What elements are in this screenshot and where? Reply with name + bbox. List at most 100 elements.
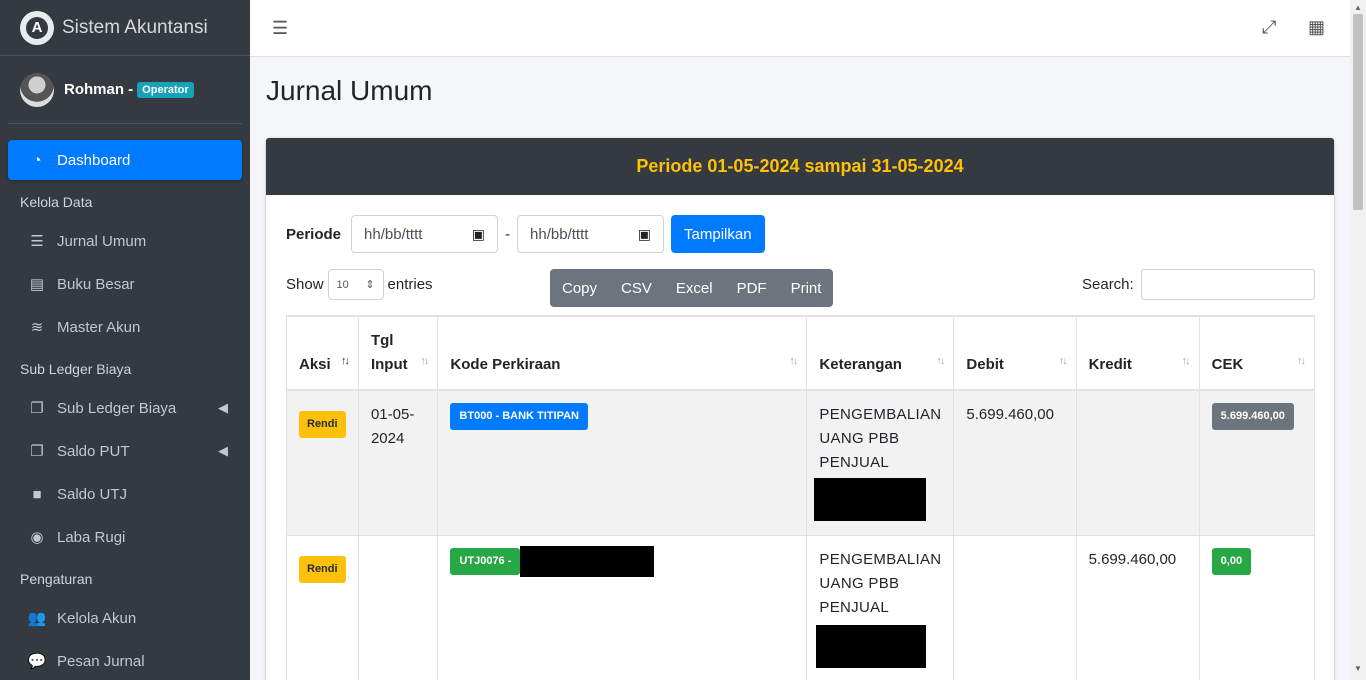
calendar-icon[interactable]: ▣	[472, 226, 485, 243]
user-name: Rohman -	[64, 81, 134, 98]
header-label: Aksi	[299, 356, 331, 373]
sidebar-item-saldo-put[interactable]: ❐ Saldo PUT ◀	[8, 431, 242, 471]
sort-icon: ↑↓	[1297, 355, 1306, 367]
user-panel[interactable]: Rohman - Operator	[8, 56, 242, 124]
cell-debit	[953, 534, 1077, 680]
table-row: Rendi 01-05-2024 BT000 - BANK TITIPAN PE…	[286, 389, 1316, 536]
cell-debit: 5.699.460,00	[953, 389, 1077, 536]
sort-icon: ↑↓	[420, 355, 429, 367]
brand-title: Sistem Akuntansi	[62, 16, 208, 38]
brand-logo-icon: A	[20, 10, 54, 45]
sidebar: A Sistem Akuntansi Rohman - Operator ◔ D…	[0, 0, 250, 680]
select-arrows-icon: ⇕	[365, 279, 375, 291]
column-header-debit[interactable]: Debit ↑↓	[953, 315, 1077, 391]
search-label: Search:	[1082, 276, 1134, 293]
sort-icon: ↑↓	[1058, 355, 1068, 367]
main-content: Jurnal Umum Periode 01-05-2024 sampai 31…	[250, 57, 1350, 680]
scrollbar-thumb[interactable]	[1353, 14, 1363, 210]
sidebar-item-label: Jurnal Umum	[57, 232, 147, 250]
sort-asc-icon: ↑↓	[340, 355, 350, 367]
cell-aksi: Rendi	[286, 534, 359, 680]
brand-link[interactable]: A Sistem Akuntansi	[0, 0, 250, 56]
sidebar-item-saldo-utj[interactable]: ■ Saldo UTJ	[8, 474, 242, 514]
header-label: Keterangan	[819, 356, 902, 373]
account-badge: BT000 - BANK TITIPAN	[450, 403, 589, 430]
sidebar-nav: ◔ Dashboard Kelola Data ☰ Jurnal Umum ▤ …	[0, 124, 250, 680]
cek-badge: 0,00	[1211, 547, 1252, 575]
cell-tgl-input: 01-05-2024	[357, 389, 439, 536]
end-date-input[interactable]: hh/bb/tttt ▣	[517, 215, 665, 253]
account-badge: UTJ0076 -	[450, 547, 521, 575]
sidebar-item-master-akun[interactable]: ≋ Master Akun	[8, 307, 242, 347]
start-date-input[interactable]: hh/bb/tttt ▣	[351, 215, 499, 253]
scroll-up-icon[interactable]: ▲	[1354, 3, 1362, 12]
sidebar-item-dashboard[interactable]: ◔ Dashboard	[8, 140, 242, 180]
sort-icon: ↑↓	[789, 355, 798, 367]
calendar-icon[interactable]: ▣	[638, 226, 651, 243]
header-label: CEK	[1211, 356, 1244, 373]
column-header-tgl-input[interactable]: Tgl Input ↑↓	[357, 315, 439, 391]
avatar	[20, 72, 54, 107]
database-icon: ≋	[30, 319, 44, 336]
print-button[interactable]: Print	[779, 280, 834, 297]
column-header-aksi[interactable]: Aksi ↑↓	[286, 315, 359, 391]
sidebar-item-sub-ledger-biaya[interactable]: ❐ Sub Ledger Biaya ◀	[8, 388, 242, 428]
sidebar-item-jurnal-umum[interactable]: ☰ Jurnal Umum	[8, 221, 242, 261]
scroll-down-icon[interactable]: ▼	[1354, 664, 1362, 673]
header-label: Kode Perkiraan	[450, 356, 561, 373]
pdf-button[interactable]: PDF	[725, 280, 779, 297]
rendi-button[interactable]: Rendi	[299, 411, 346, 438]
sidebar-item-label: Pesan Jurnal	[57, 652, 145, 670]
fullscreen-icon[interactable]: ⤢	[1262, 17, 1276, 38]
table-search: Search:	[1082, 269, 1315, 300]
page-scrollbar[interactable]: ▲ ▼	[1350, 0, 1366, 680]
grid-icon[interactable]: ▦	[1308, 17, 1325, 38]
rendi-button[interactable]: Rendi	[299, 555, 346, 583]
column-header-keterangan[interactable]: Keterangan ↑↓	[806, 315, 955, 391]
csv-button[interactable]: CSV	[609, 280, 664, 297]
list-icon: ☰	[30, 233, 44, 250]
cek-badge: 5.699.460,00	[1211, 403, 1294, 430]
cell-kredit	[1075, 389, 1200, 536]
date-separator: -	[505, 225, 511, 243]
cell-kredit: 5.699.460,00	[1075, 534, 1200, 680]
sidebar-item-laba-rugi[interactable]: ◉ Laba Rugi	[8, 517, 242, 557]
column-header-kredit[interactable]: Kredit ↑↓	[1075, 315, 1200, 391]
period-label: Periode	[286, 225, 342, 243]
show-label: Show	[286, 276, 324, 293]
sidebar-item-buku-besar[interactable]: ▤ Buku Besar	[8, 264, 242, 304]
cell-cek: 0,00	[1198, 534, 1316, 680]
column-header-kode-perkiraan[interactable]: Kode Perkiraan ↑↓	[437, 315, 808, 391]
nav-header-pengaturan: Pengaturan	[20, 571, 93, 587]
excel-button[interactable]: Excel	[664, 280, 725, 297]
nav-header-kelola-data: Kelola Data	[20, 194, 93, 210]
entries-value: 10	[336, 278, 349, 291]
sort-icon: ↑↓	[936, 355, 945, 367]
sidebar-item-label: Sub Ledger Biaya	[57, 399, 177, 417]
chevron-left-icon: ◀	[218, 443, 228, 458]
entries-select[interactable]: 10 ⇕	[327, 269, 384, 300]
redacted-block	[520, 545, 655, 577]
sidebar-item-kelola-akun[interactable]: 👥 Kelola Akun	[8, 598, 242, 638]
role-badge: Operator	[137, 81, 194, 98]
column-header-cek[interactable]: CEK ↑↓	[1198, 315, 1316, 391]
sidebar-item-label: Dashboard	[57, 151, 131, 169]
users-icon: 👥	[27, 610, 47, 627]
keterangan-text: PENGEMBALIAN UANG PBB PENJUAL	[819, 550, 942, 616]
sidebar-item-label: Laba Rugi	[57, 528, 126, 546]
end-date-placeholder: hh/bb/tttt	[530, 225, 589, 243]
copy-button[interactable]: Copy	[550, 280, 609, 297]
cell-keterangan: PENGEMBALIAN UANG PBB PENJUAL	[806, 534, 955, 680]
menu-icon[interactable]: ☰	[272, 18, 288, 39]
header-label: Kredit	[1088, 356, 1132, 373]
search-input[interactable]	[1140, 269, 1315, 300]
sort-icon: ↑↓	[1181, 355, 1191, 367]
start-date-placeholder: hh/bb/tttt	[364, 225, 423, 243]
journal-card: Periode 01-05-2024 sampai 31-05-2024 Per…	[266, 138, 1334, 680]
cell-kode-perkiraan: BT000 - BANK TITIPAN	[437, 389, 808, 536]
dot-circle-icon: ◉	[30, 529, 44, 546]
tampilkan-button[interactable]: Tampilkan	[671, 215, 765, 253]
sidebar-item-pesan-jurnal[interactable]: 💬 Pesan Jurnal	[8, 641, 242, 680]
logo-letter: A	[26, 16, 48, 39]
sidebar-item-label: Saldo UTJ	[57, 485, 128, 503]
